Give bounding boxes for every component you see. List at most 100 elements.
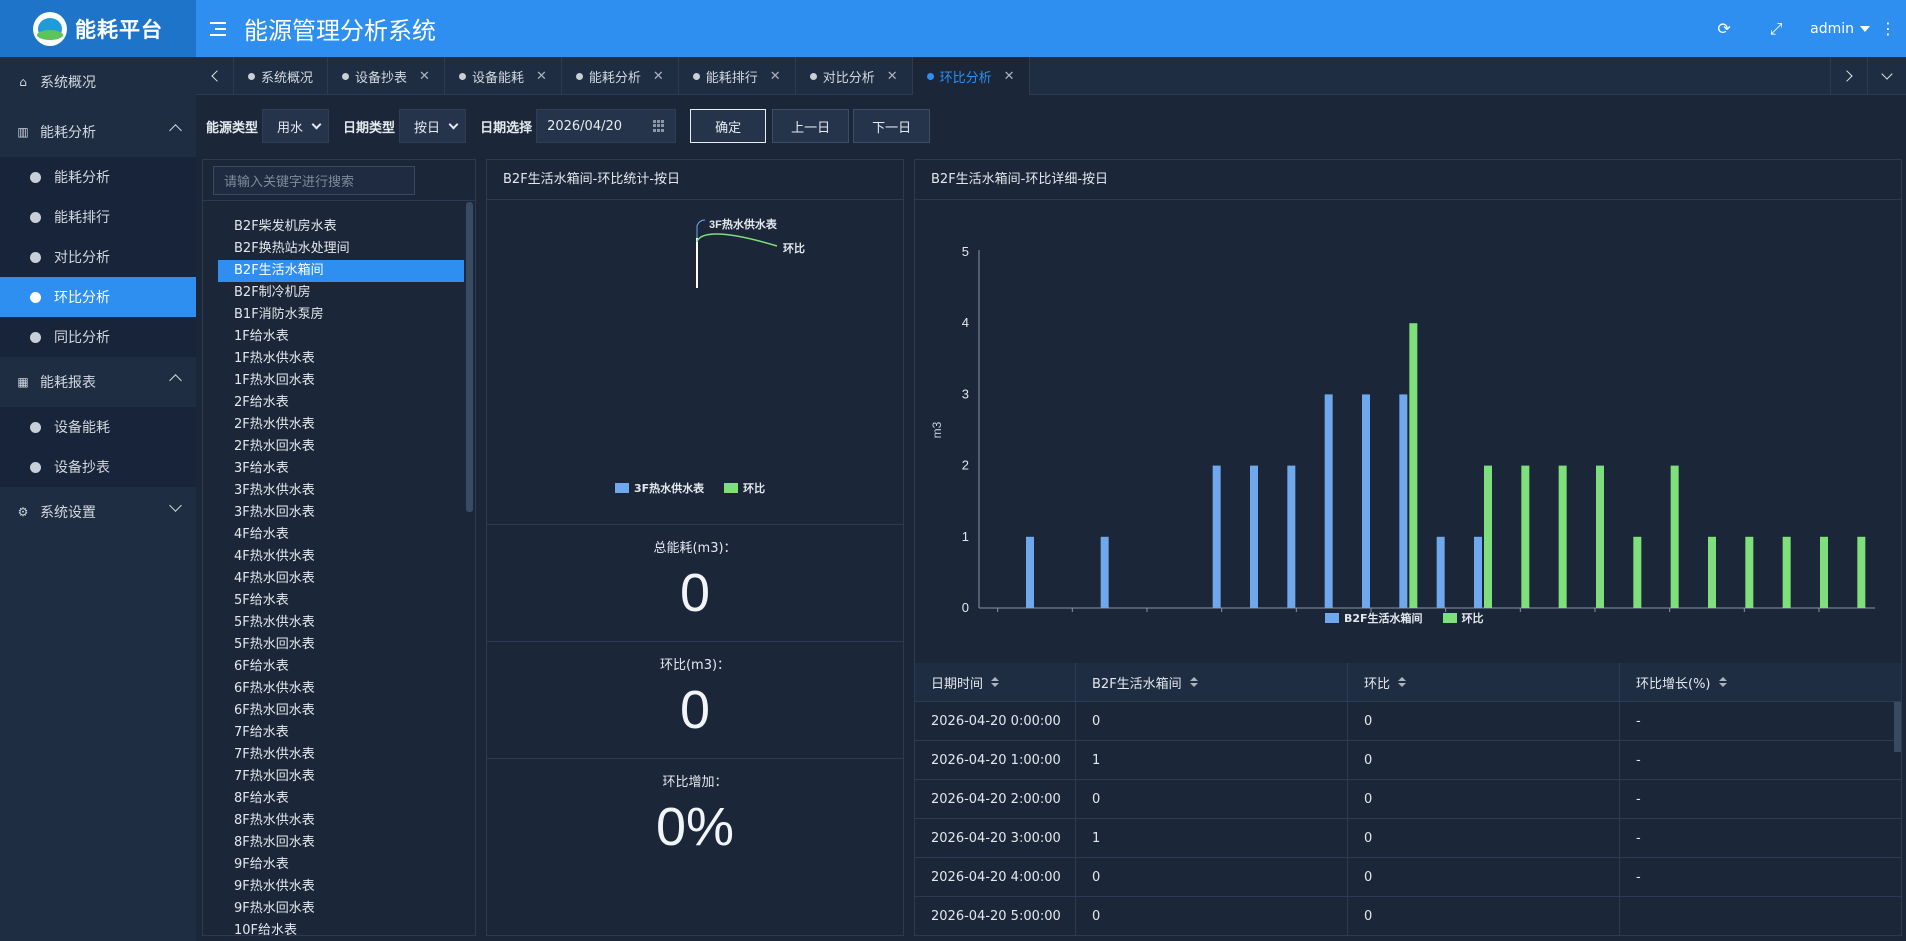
legend-item[interactable]: 环比 bbox=[724, 480, 765, 496]
bar[interactable] bbox=[1324, 394, 1333, 608]
logo[interactable]: 能耗平台 bbox=[0, 0, 196, 57]
bar[interactable] bbox=[1633, 536, 1642, 608]
fullscreen-icon[interactable]: ⤢ bbox=[1750, 19, 1802, 39]
table-row[interactable]: 2026-04-20 0:00:00 0 0- bbox=[915, 701, 1901, 741]
tab-energy-ranking[interactable]: 能耗排行 ✕ bbox=[679, 57, 796, 95]
tree-item[interactable]: 8F热水供水表 bbox=[218, 810, 464, 832]
sidebar-item-mom-analysis[interactable]: 环比分析 bbox=[0, 277, 196, 317]
date-picker[interactable]: 2026/04/20 bbox=[536, 109, 677, 143]
sort-icon[interactable] bbox=[1718, 677, 1727, 687]
legend-item[interactable]: B2F生活水箱间 bbox=[1325, 610, 1423, 626]
tree-item[interactable]: 3F热水供水表 bbox=[218, 480, 464, 502]
close-icon[interactable]: ✕ bbox=[887, 69, 898, 84]
bar[interactable] bbox=[1857, 536, 1866, 608]
table-row[interactable]: 2026-04-20 5:00:00 0 0 bbox=[915, 896, 1901, 935]
tree-item[interactable]: 7F给水表 bbox=[218, 722, 464, 744]
sort-icon[interactable] bbox=[1189, 677, 1198, 687]
tree-item[interactable]: 5F给水表 bbox=[218, 590, 464, 612]
more-icon[interactable]: ⋮ bbox=[1870, 19, 1906, 38]
column-header[interactable]: 环比增长(%) bbox=[1620, 663, 1901, 702]
tree-item[interactable]: B2F制冷机房 bbox=[218, 282, 464, 304]
legend-item[interactable]: 环比 bbox=[1442, 610, 1484, 626]
sort-icon[interactable] bbox=[991, 677, 1000, 687]
tree-item[interactable]: B2F换热站水处理间 bbox=[218, 238, 464, 260]
tree-item[interactable]: 1F热水回水表 bbox=[218, 370, 464, 392]
sidebar-item-overview[interactable]: ⌂ 系统概况 bbox=[0, 57, 196, 107]
bar[interactable] bbox=[1558, 465, 1567, 608]
tree-item[interactable]: 2F热水回水表 bbox=[218, 436, 464, 458]
bar[interactable] bbox=[1100, 536, 1109, 608]
bar[interactable] bbox=[1399, 394, 1408, 608]
bar[interactable] bbox=[1596, 465, 1604, 608]
bar[interactable] bbox=[1287, 465, 1296, 608]
bar[interactable] bbox=[1708, 536, 1716, 608]
tree-search-input[interactable]: 请输入关键字进行搜索 bbox=[213, 166, 415, 195]
tree-item[interactable]: 8F给水表 bbox=[218, 788, 464, 810]
tree-item[interactable]: 1F热水供水表 bbox=[218, 348, 464, 370]
tree-item[interactable]: B2F生活水箱间 bbox=[218, 260, 464, 282]
tree-item[interactable]: 7F热水供水表 bbox=[218, 744, 464, 766]
tree-item[interactable]: 8F热水回水表 bbox=[218, 832, 464, 854]
sort-icon[interactable] bbox=[1398, 677, 1407, 687]
table-row[interactable]: 2026-04-20 4:00:00 0 0- bbox=[915, 857, 1901, 897]
tab-comparison[interactable]: 对比分析 ✕ bbox=[796, 57, 913, 95]
tree-item[interactable]: 10F给水表 bbox=[218, 920, 464, 935]
tree-item[interactable]: 9F热水回水表 bbox=[218, 898, 464, 920]
confirm-button[interactable]: 确定 bbox=[690, 109, 767, 143]
tree-item[interactable]: 5F热水回水表 bbox=[218, 634, 464, 656]
tree-item[interactable]: 2F热水供水表 bbox=[218, 414, 464, 436]
tree-item[interactable]: 4F热水供水表 bbox=[218, 546, 464, 568]
user-menu[interactable]: admin bbox=[1810, 21, 1870, 37]
energy-type-select[interactable]: 用水 bbox=[262, 109, 330, 143]
refresh-icon[interactable]: ⟳ bbox=[1698, 19, 1750, 38]
tabs-scroll-left[interactable] bbox=[196, 57, 234, 95]
sidebar-item-energy-analysis[interactable]: 能耗分析 bbox=[0, 157, 196, 197]
close-icon[interactable]: ✕ bbox=[536, 69, 547, 84]
bar[interactable] bbox=[1362, 394, 1370, 608]
tree-item[interactable]: 9F给水表 bbox=[218, 854, 464, 876]
column-header[interactable]: 环比 bbox=[1348, 663, 1620, 702]
tree-item[interactable]: 6F给水表 bbox=[218, 656, 464, 678]
close-icon[interactable]: ✕ bbox=[653, 69, 664, 84]
tabs-dropdown[interactable] bbox=[1868, 57, 1906, 95]
bar[interactable] bbox=[1409, 323, 1418, 608]
sidebar-item-device-energy[interactable]: 设备能耗 bbox=[0, 407, 196, 447]
scrollbar[interactable] bbox=[466, 202, 473, 512]
next-day-button[interactable]: 下一日 bbox=[853, 109, 931, 143]
tree-item[interactable]: 5F热水供水表 bbox=[218, 612, 464, 634]
tree-item[interactable]: B2F柴发机房水表 bbox=[218, 216, 464, 238]
sidebar-group-settings[interactable]: ⚙ 系统设置 bbox=[0, 487, 196, 537]
menu-icon[interactable] bbox=[210, 21, 226, 36]
sidebar-item-yoy-analysis[interactable]: 同比分析 bbox=[0, 317, 196, 357]
bar[interactable] bbox=[1782, 536, 1791, 608]
tab-meter-reading[interactable]: 设备抄表 ✕ bbox=[328, 57, 445, 95]
tree-item[interactable]: B1F消防水泵房 bbox=[218, 304, 464, 326]
close-icon[interactable]: ✕ bbox=[770, 69, 781, 84]
date-type-select[interactable]: 按日 bbox=[399, 109, 467, 143]
bar[interactable] bbox=[1670, 465, 1679, 608]
tree-item[interactable]: 3F热水回水表 bbox=[218, 502, 464, 524]
tree-item[interactable]: 6F热水回水表 bbox=[218, 700, 464, 722]
tree-item[interactable]: 3F给水表 bbox=[218, 458, 464, 480]
tab-device-energy[interactable]: 设备能耗 ✕ bbox=[445, 57, 562, 95]
bar[interactable] bbox=[1521, 465, 1530, 608]
sidebar-item-energy-ranking[interactable]: 能耗排行 bbox=[0, 197, 196, 237]
tab-energy-analysis[interactable]: 能耗分析 ✕ bbox=[562, 57, 679, 95]
tree-item[interactable]: 9F热水供水表 bbox=[218, 876, 464, 898]
tree-item[interactable]: 4F给水表 bbox=[218, 524, 464, 546]
prev-day-button[interactable]: 上一日 bbox=[772, 109, 850, 143]
bar[interactable] bbox=[1474, 536, 1482, 608]
close-icon[interactable]: ✕ bbox=[1004, 69, 1015, 84]
table-row[interactable]: 2026-04-20 1:00:00 1 0- bbox=[915, 740, 1901, 780]
bar[interactable] bbox=[1820, 536, 1828, 608]
column-header[interactable]: B2F生活水箱间 bbox=[1076, 663, 1348, 702]
sidebar-group-analysis[interactable]: ▥ 能耗分析 bbox=[0, 107, 196, 157]
close-icon[interactable]: ✕ bbox=[419, 69, 430, 84]
tree-item[interactable]: 1F给水表 bbox=[218, 326, 464, 348]
legend-item[interactable]: 3F热水供水表 bbox=[615, 480, 704, 496]
column-header[interactable]: 日期时间 bbox=[915, 663, 1076, 702]
scrollbar[interactable] bbox=[1894, 702, 1901, 752]
sidebar-group-reports[interactable]: ▦ 能耗报表 bbox=[0, 357, 196, 407]
tree-item[interactable]: 6F热水供水表 bbox=[218, 678, 464, 700]
tabs-scroll-right[interactable] bbox=[1830, 57, 1868, 95]
